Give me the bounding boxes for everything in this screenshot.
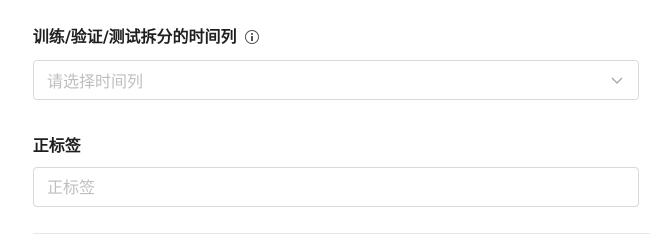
positive-label-label-text: 正标签 xyxy=(33,136,82,155)
split-time-column-label-text: 训练/验证/测试拆分的时间列 xyxy=(33,27,237,46)
chevron-down-icon xyxy=(611,77,623,84)
positive-label-label: 正标签 xyxy=(33,136,81,156)
info-icon[interactable] xyxy=(244,30,259,44)
positive-label-input-wrapper xyxy=(33,167,639,207)
positive-label-input[interactable] xyxy=(47,177,624,197)
divider xyxy=(33,233,650,234)
split-time-column-label: 训练/验证/测试拆分的时间列 xyxy=(33,27,259,47)
time-column-select-placeholder: 请选择时间列 xyxy=(47,72,144,91)
form-panel: 训练/验证/测试拆分的时间列 请选择时间列 正标签 xyxy=(0,0,650,250)
time-column-select[interactable]: 请选择时间列 xyxy=(33,60,639,100)
